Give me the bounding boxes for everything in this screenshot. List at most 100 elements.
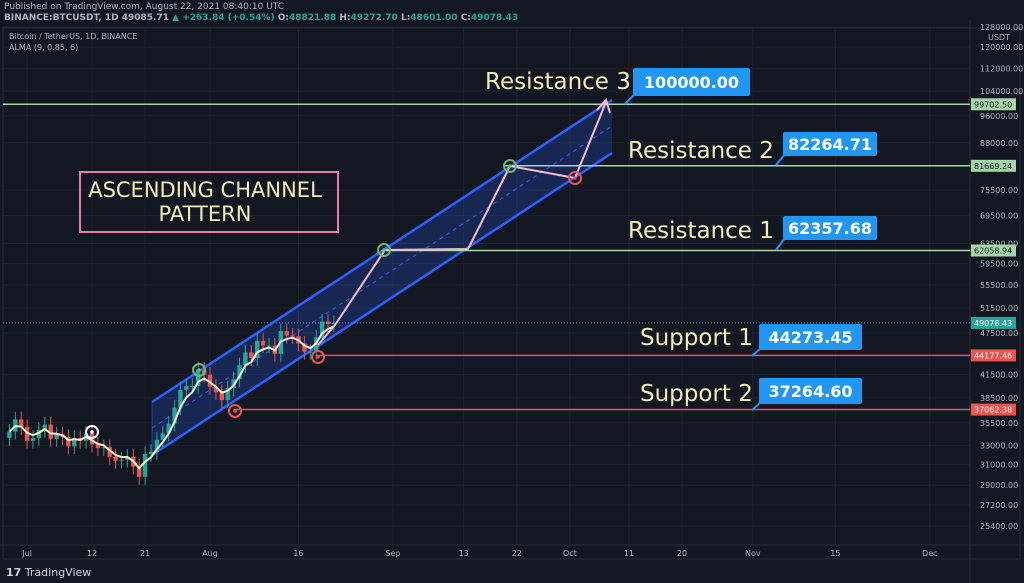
candle xyxy=(42,416,47,438)
candle-body xyxy=(260,340,266,346)
level-annotation[interactable]: Support 1 44273.45 xyxy=(640,324,862,357)
level-name: Resistance 1 xyxy=(628,218,774,244)
level-name: Support 2 xyxy=(640,381,753,407)
callout-pointer xyxy=(775,153,786,166)
candle-body xyxy=(113,456,118,461)
price-tag-label: 99702.50 xyxy=(974,100,1012,109)
y-tick-label: 47500.00 xyxy=(980,329,1018,338)
candle-body xyxy=(325,321,331,325)
pivot-dot xyxy=(508,164,512,168)
y-tick-label: 31000.00 xyxy=(980,461,1018,470)
pivot-dot xyxy=(382,248,386,252)
level-annotations[interactable]: Resistance 3 100000.00 Resistance 2 82264.7… xyxy=(485,68,877,411)
price-tag-label: 37062.38 xyxy=(974,406,1012,415)
x-tick-label: 12 xyxy=(87,549,97,558)
y-tick-label: 29000.00 xyxy=(980,481,1018,490)
pattern-title-line2: PATTERN xyxy=(159,202,252,226)
candle-body xyxy=(119,459,124,461)
candle-body xyxy=(249,352,254,359)
x-tick-label: Aug xyxy=(202,549,218,558)
candle xyxy=(137,459,142,485)
y-tick-label: 88000.00 xyxy=(980,139,1018,148)
pivot-circle-icon[interactable] xyxy=(228,404,242,418)
candle xyxy=(119,452,124,469)
level-annotation[interactable]: Resistance 3 100000.00 xyxy=(485,68,750,105)
pivot-dot xyxy=(197,368,201,372)
pivot-dot xyxy=(90,430,94,434)
x-tick-label: 16 xyxy=(293,549,303,558)
y-tick-label: 120000.00 xyxy=(980,43,1023,52)
y-tick-label: 104000.00 xyxy=(980,87,1023,96)
x-tick-label: Jul xyxy=(21,549,32,558)
y-tick-label: 27200.00 xyxy=(980,501,1018,510)
candle xyxy=(113,449,118,469)
callout-pointer xyxy=(775,237,786,251)
y-tick-label: 59500.00 xyxy=(980,260,1018,269)
pivot-dot xyxy=(573,176,577,180)
open-value: 48821.88 xyxy=(289,13,337,23)
price-tag-label: 49078.43 xyxy=(974,319,1012,328)
x-tick-label: 13 xyxy=(459,549,469,558)
ascending-channel[interactable] xyxy=(151,98,613,457)
level-annotation[interactable]: Support 2 37264.60 xyxy=(640,378,862,411)
close-value: 49078.43 xyxy=(470,13,519,23)
level-name: Resistance 3 xyxy=(485,69,631,95)
x-tick-label: 15 xyxy=(830,549,840,558)
level-value: 100000.00 xyxy=(644,73,739,92)
candle-body xyxy=(266,345,272,347)
candle-body xyxy=(7,431,12,438)
legend-title[interactable]: Bitcoin / TetherUS, 1D, BINANCE xyxy=(9,32,137,41)
y-tick-label: 55500.00 xyxy=(980,281,1018,290)
close-label: C: xyxy=(460,13,471,23)
price-chart[interactable]: 128000.00 120000.00 112000.00 104000.00 9600… xyxy=(0,0,1024,583)
candle xyxy=(54,426,59,447)
y-tick-label: 69500.00 xyxy=(980,212,1018,221)
low-label: L: xyxy=(400,13,411,23)
candle-body xyxy=(30,437,36,441)
symbol-bar: BINANCE:BTCUSDT, 1D 49085.71 ▲ +263.84 (… xyxy=(4,13,518,23)
change: ▲ +263.84 (+0.54%) xyxy=(172,13,275,23)
logo-icon: 17 xyxy=(6,566,22,579)
candle-body xyxy=(290,335,295,337)
y-tick-label: 128000.00 xyxy=(980,23,1023,32)
y-tick-label: 38500.00 xyxy=(980,394,1018,403)
y-tick-label: 33000.00 xyxy=(980,441,1018,450)
candle-body xyxy=(142,453,148,477)
callout-pointer xyxy=(624,93,636,105)
x-tick-label: Oct xyxy=(563,549,577,558)
high-value: 49272.70 xyxy=(350,13,398,23)
x-tick-label: 11 xyxy=(624,549,634,558)
indicator-legend[interactable]: ALMA (9, 0.85, 6) xyxy=(9,43,78,52)
candle-body xyxy=(308,351,313,353)
high-label: H: xyxy=(339,13,351,23)
price-tag-label: 62058.94 xyxy=(974,247,1012,256)
x-tick-label: 20 xyxy=(677,549,687,558)
level-name: Resistance 2 xyxy=(628,138,774,164)
x-tick-label: 22 xyxy=(512,549,522,558)
pivot-circle-icon[interactable] xyxy=(311,350,325,364)
y-tick-label: 96000.00 xyxy=(980,112,1018,121)
published-text: Published on TradingView.com, August 22,… xyxy=(4,2,285,12)
y-tick-label: 112000.00 xyxy=(980,64,1023,73)
pivot-dot xyxy=(233,409,237,413)
candle-body xyxy=(243,352,248,366)
pattern-title-line1: ASCENDING CHANNEL xyxy=(88,178,322,202)
level-value: 44273.45 xyxy=(768,328,852,347)
candle-body xyxy=(184,386,189,390)
x-tick-label: Nov xyxy=(745,549,761,558)
pivot-dot xyxy=(316,355,320,359)
level-value: 37264.60 xyxy=(768,382,852,401)
y-tick-label: 75500.00 xyxy=(980,186,1018,195)
candle xyxy=(66,429,71,455)
candle-body xyxy=(190,386,195,388)
x-tick-label: 21 xyxy=(140,549,150,558)
pattern-title-box[interactable]: ASCENDING CHANNEL PATTERN xyxy=(79,171,339,233)
price-tag-label: 81669.24 xyxy=(974,162,1012,171)
brand-name: TradingView xyxy=(24,566,92,579)
tradingview-logo[interactable]: 17 TradingView xyxy=(6,566,91,579)
candle xyxy=(7,424,12,446)
currency-label: USDT xyxy=(988,33,1010,42)
open-label: O: xyxy=(277,13,289,23)
candle xyxy=(95,436,101,456)
x-tick-label: Dec xyxy=(922,549,937,558)
